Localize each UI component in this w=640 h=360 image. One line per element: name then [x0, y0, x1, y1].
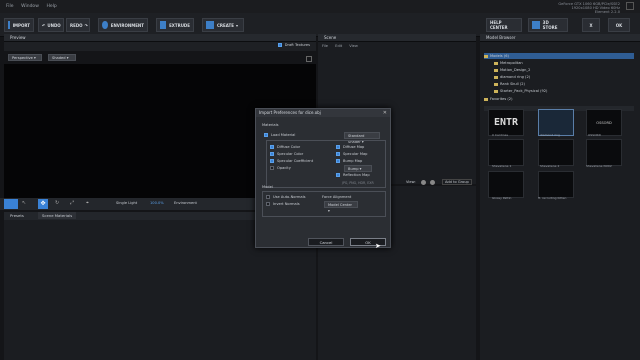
single-light-label: Single Light [116, 201, 138, 205]
tree-item-starter-pack[interactable]: Starter_Pack_Physical (92) [494, 88, 547, 94]
tree-item-rank-skull[interactable]: Rank Skull (2) [494, 81, 525, 87]
undo-button[interactable]: ↶ UNDO [38, 18, 64, 32]
view-mode-icon[interactable] [421, 180, 426, 185]
rotate-icon[interactable]: ↻ [55, 200, 59, 206]
preview-title: Preview [4, 34, 316, 42]
diffuse-color-option[interactable]: Diffuse Color [270, 145, 300, 149]
thumb-0[interactable]: ENTR [488, 109, 524, 136]
scene-menu-file[interactable]: File [322, 44, 328, 48]
dialog-close-icon[interactable]: ✕ [383, 110, 387, 116]
import-preferences-dialog: Import Preferences for dice.obj ✕ Materi… [255, 108, 391, 250]
cancel-x-button[interactable]: X [582, 18, 600, 32]
tree-item-motion-design[interactable]: Motion_Design_2 [494, 67, 530, 73]
environment-button[interactable]: ENVIRONMENT [98, 18, 148, 32]
environment-icon [102, 21, 108, 29]
import-icon [8, 21, 10, 29]
chevron-down-icon: ▾ [236, 22, 239, 28]
menu-bar: File Window Help [0, 0, 640, 13]
tab-scene-materials[interactable]: Scene Materials [38, 212, 77, 219]
model-browser-panel: Model Browser Models (6) Metropolitan Mo… [480, 34, 640, 360]
camera-icon[interactable] [4, 199, 18, 209]
thumb-0-label: 0 Cardinas [492, 133, 509, 137]
thumb-1[interactable] [538, 109, 574, 136]
preview-subbar: Draft Textures [4, 42, 316, 51]
system-info: GeForce GTX 1060 6GB/PCIe/SSE2 1920x1080… [558, 2, 620, 10]
redo-icon: ↷ [84, 22, 88, 28]
menu-help[interactable]: Help [46, 0, 56, 13]
cancel-button[interactable]: Cancel [308, 238, 344, 246]
model-label: Model [262, 185, 273, 189]
perspective-dropdown[interactable]: Perspective ▾ [8, 54, 42, 61]
thumb-6-label: Glossy Pattin [492, 196, 512, 200]
materials-label: Materials [262, 123, 279, 127]
invert-normals-option[interactable]: Invert Normals [266, 202, 300, 206]
mouse-cursor-icon: ➤ [375, 242, 381, 250]
add-to-group-button[interactable]: Add to Group [442, 179, 472, 185]
view-label: View: [406, 180, 416, 184]
undo-icon: ↶ [42, 22, 46, 28]
thumb-3-label: Shevaliene 1 [492, 164, 512, 168]
draft-textures-checkbox[interactable] [277, 43, 282, 47]
ok-toolbar-button[interactable]: OK [608, 18, 630, 32]
shaded-dropdown[interactable]: Shaded ▾ [48, 54, 76, 61]
menu-window[interactable]: Window [21, 0, 39, 13]
scene-title: Scene [318, 34, 476, 42]
opacity-option[interactable]: Opacity [270, 166, 291, 170]
thumb-1-label: diamond ring [540, 133, 560, 137]
tree-item-metropolitan[interactable]: Metropolitan [494, 60, 523, 66]
bump-dropdown[interactable]: Bump ▾ [344, 165, 372, 172]
reflection-map-option[interactable]: Reflection Map [336, 173, 370, 177]
force-alignment-label: Force Alignment [322, 195, 352, 199]
light-percent[interactable]: 100.0% [150, 201, 164, 205]
thumb-3[interactable] [488, 139, 524, 166]
diffuse-map-option[interactable]: Diffuse Map [336, 145, 364, 149]
window-close-icon[interactable] [626, 2, 634, 10]
scene-menu-view[interactable]: View [349, 44, 358, 48]
thumb-7[interactable] [538, 171, 574, 198]
dialog-title: Import Preferences for dice.obj [256, 109, 390, 117]
view-option-icon[interactable] [430, 180, 435, 185]
specular-color-option[interactable]: Specular Color [270, 152, 303, 156]
tree-item-models[interactable]: Models (6) [484, 53, 634, 59]
load-material-option[interactable]: Load Material [264, 133, 295, 137]
draft-textures-toggle[interactable]: Draft Textures [277, 43, 310, 47]
menu-file[interactable]: File [6, 0, 14, 13]
specular-map-option[interactable]: Specular Map [336, 152, 367, 156]
specular-coefficient-option[interactable]: Specular Coefficient [270, 159, 313, 163]
move-icon[interactable]: ✥ [38, 199, 48, 209]
auto-normals-option[interactable]: Use Auto-Normals [266, 195, 305, 199]
tab-presets[interactable]: Presets [10, 213, 24, 218]
environment-label: Environment [174, 201, 197, 205]
thumb-5-label: Shevaliene NU02 [586, 164, 612, 168]
pivot-icon[interactable]: ⌖ [86, 200, 89, 206]
alignment-dropdown[interactable]: Model Center ▾ [324, 201, 358, 213]
scene-menu-edit[interactable]: Edit [335, 44, 342, 48]
scale-icon[interactable]: ⤢ [70, 200, 74, 206]
tree-item-diamond-ring[interactable]: diamond ring (2) [494, 74, 530, 80]
supported-formats: JPG, PNG, HDR, EXR [342, 181, 374, 185]
create-button[interactable]: CREATE ▾ [202, 18, 244, 32]
thumb-6[interactable] [488, 171, 524, 198]
model-browser-title: Model Browser [480, 34, 640, 42]
maximize-icon[interactable] [306, 56, 312, 62]
create-icon [206, 21, 214, 29]
store-icon [532, 21, 540, 29]
extrude-button[interactable]: EXTRUDE [156, 18, 194, 32]
3d-store-button[interactable]: 3D STORE [528, 18, 568, 32]
thumb-2-label: OSSORD [588, 133, 601, 137]
thumb-2[interactable]: OSSORD [586, 109, 622, 136]
material-type-dropdown[interactable]: Standard Shader ▾ [344, 132, 380, 144]
select-icon[interactable]: ↖ [22, 200, 26, 206]
thumb-5[interactable] [586, 139, 622, 166]
redo-button[interactable]: REDO ↷ [66, 18, 90, 32]
load-material-checkbox[interactable] [264, 133, 268, 137]
thumb-4-label: Shevaliene 2 [540, 164, 560, 168]
help-center-button[interactable]: HELP CENTER [486, 18, 522, 32]
import-button[interactable]: IMPORT [4, 18, 34, 32]
thumb-4[interactable] [538, 139, 574, 166]
bump-map-option[interactable]: Bump Map [336, 159, 362, 163]
thumb-7-label: ft. recruiting Kitten [538, 196, 567, 200]
extrude-icon [160, 21, 167, 29]
tree-item-favorites[interactable]: Favorites (2) [484, 96, 512, 102]
